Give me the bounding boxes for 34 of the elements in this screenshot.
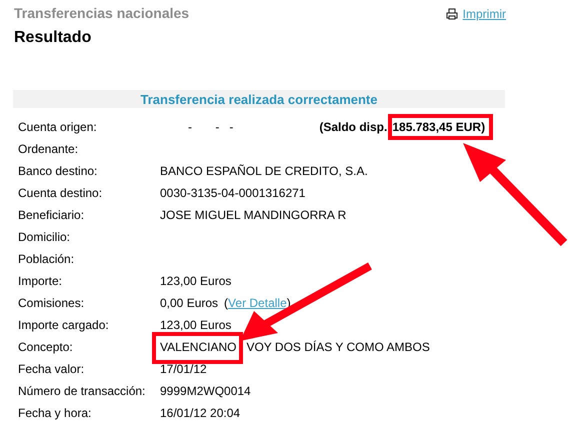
field-label: Banco destino: (18, 164, 98, 178)
field-label: Fecha valor: (18, 362, 84, 376)
print-link[interactable]: Imprimir (446, 7, 506, 21)
field-label: Número de transacción: (18, 384, 146, 398)
parenthesis: ( (224, 296, 228, 310)
field-value: 0030-3135-04-0001316271 (160, 186, 306, 200)
field-label: Ordenante: (18, 142, 78, 156)
success-message: Transferencia realizada correctamente (140, 92, 378, 106)
details-link[interactable]: Ver Detalle (228, 296, 287, 310)
field-value: 123,00 Euros (160, 318, 232, 332)
field-label: Población: (18, 252, 74, 266)
field-value: VALENCIANO VOY DOS DÍAS Y COMO AMBOS (160, 340, 430, 354)
field-value: 0,00 Euros (160, 296, 218, 310)
printer-icon (446, 8, 458, 20)
field-label: Domicilio: (18, 230, 70, 244)
page-title: Resultado (14, 29, 92, 47)
field-value: 17/01/12 (160, 362, 207, 376)
field-label: Comisiones: (18, 296, 84, 310)
field-label: Importe cargado: (18, 318, 109, 332)
balance-amount: 185.783,45 EUR) (392, 120, 486, 134)
field-value: JOSE MIGUEL MANDINGORRA R (160, 208, 346, 222)
balance-label: (Saldo disp. (319, 120, 388, 134)
field-label: Concepto: (18, 340, 73, 354)
section-heading: Transferencias nacionales (14, 5, 190, 21)
field-value: 9999M2WQ0014 (160, 384, 251, 398)
field-label: Fecha y hora: (18, 406, 92, 420)
field-label: Importe: (18, 274, 62, 288)
field-value: - - - (188, 120, 234, 134)
field-value: 16/01/12 20:04 (160, 406, 240, 420)
field-label: Cuenta origen: (18, 120, 97, 134)
field-label: Cuenta destino: (18, 186, 102, 200)
field-value: BANCO ESPAÑOL DE CREDITO, S.A. (160, 164, 368, 178)
field-value: 123,00 Euros (160, 274, 232, 288)
field-label: Beneficiario: (18, 208, 84, 222)
